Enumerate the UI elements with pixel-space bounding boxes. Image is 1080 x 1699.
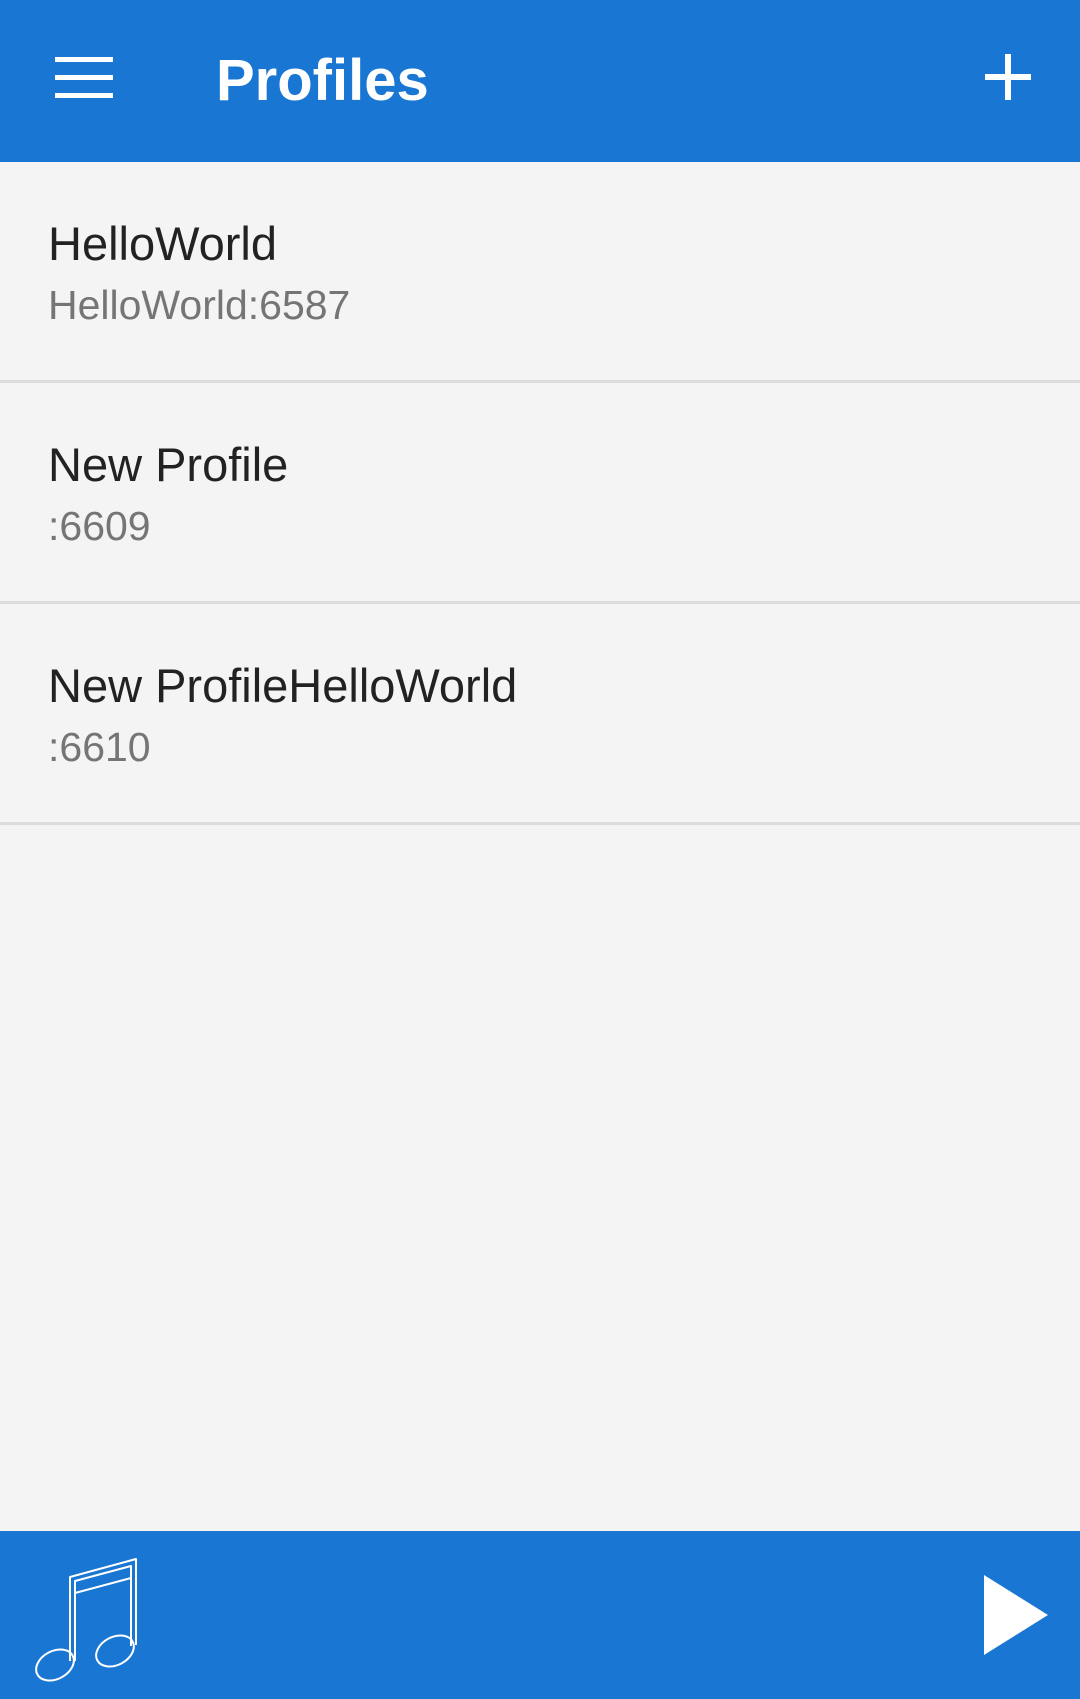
page-title: Profiles xyxy=(216,48,429,113)
play-icon xyxy=(984,1575,1048,1655)
profile-name: New Profile xyxy=(48,438,289,491)
profile-list-item[interactable]: New ProfileHelloWorld :6610 xyxy=(0,604,1080,825)
play-button[interactable] xyxy=(980,1571,1052,1659)
music-button[interactable] xyxy=(26,1549,146,1684)
profile-name: HelloWorld xyxy=(48,217,277,270)
profile-address: :6609 xyxy=(48,503,151,549)
menu-button[interactable] xyxy=(42,36,126,120)
profile-name: New ProfileHelloWorld xyxy=(48,659,518,712)
add-profile-button[interactable] xyxy=(972,41,1044,113)
profile-list: HelloWorld HelloWorld:6587 New Profile :… xyxy=(0,162,1080,825)
profile-list-item[interactable]: New Profile :6609 xyxy=(0,383,1080,604)
profile-address: HelloWorld:6587 xyxy=(48,282,351,328)
app-bar: Profiles xyxy=(0,0,1080,162)
profile-list-item[interactable]: HelloWorld HelloWorld:6587 xyxy=(0,162,1080,383)
hamburger-menu-icon xyxy=(55,57,113,98)
plus-icon xyxy=(985,54,1031,100)
music-note-icon xyxy=(35,1558,137,1682)
bottom-bar xyxy=(0,1531,1080,1699)
profile-address: :6610 xyxy=(48,724,151,770)
